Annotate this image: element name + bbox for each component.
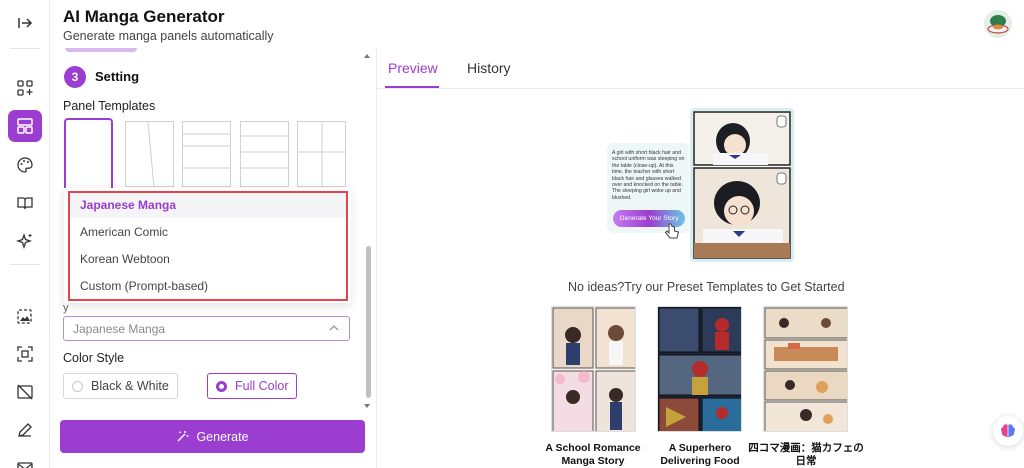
layout-panels-icon[interactable]	[8, 110, 42, 142]
color-option-full-label: Full Color	[235, 379, 289, 393]
assistant-fab[interactable]	[993, 416, 1023, 446]
image-edit-icon[interactable]	[8, 300, 42, 332]
panel-template-grid[interactable]	[297, 121, 346, 187]
app-header: AI Manga Generator Generate manga panels…	[50, 0, 1024, 48]
style-select[interactable]: Japanese Manga	[63, 316, 350, 341]
panel-templates-label: Panel Templates	[63, 99, 156, 113]
style-option-korean-webtoon[interactable]: Korean Webtoon	[68, 246, 347, 272]
preset-thumb-superhero[interactable]	[657, 306, 742, 432]
tab-preview[interactable]: Preview	[388, 60, 438, 76]
add-grid-icon[interactable]	[8, 72, 42, 104]
app-root: AI Manga Generator Generate manga panels…	[0, 0, 1024, 468]
chevron-up-icon	[329, 325, 339, 331]
radio-checked-icon	[216, 380, 227, 392]
assistant-brain-icon	[1001, 424, 1015, 438]
focus-frame-icon[interactable]	[8, 338, 42, 370]
preset-title-school-romance[interactable]: A School Romance Manga Story	[535, 442, 651, 468]
preset-thumb-cat-cafe[interactable]	[763, 306, 848, 432]
style-label-partial: y	[63, 302, 69, 314]
manga-preview-image	[690, 108, 794, 262]
generate-button[interactable]: Generate	[60, 420, 365, 453]
cursor-hand-icon	[664, 223, 680, 239]
color-option-bw-label: Black & White	[91, 379, 169, 393]
collapse-sidebar-icon[interactable]	[8, 7, 42, 39]
radio-icon	[72, 380, 83, 392]
app-subtitle: Generate manga panels automatically	[63, 29, 274, 43]
step-title: Setting	[95, 69, 140, 84]
avatar[interactable]	[984, 10, 1012, 38]
style-dropdown-menu: Japanese Manga American Comic Korean Web…	[64, 188, 351, 303]
panel-template-rows[interactable]	[182, 121, 231, 187]
preset-title-superhero[interactable]: A Superhero Delivering Food	[642, 442, 758, 468]
style-option-american-comic[interactable]: American Comic	[68, 219, 347, 245]
step-number-badge: 3	[64, 66, 86, 88]
color-style-label: Color Style	[63, 351, 125, 365]
generate-story-label: Generate Your Story	[619, 215, 679, 222]
book-icon[interactable]	[8, 187, 42, 219]
panel-template-diagonal[interactable]	[125, 121, 174, 187]
preset-title-cat-cafe[interactable]: 四コマ漫画：猫カフェの日常	[748, 442, 864, 468]
settings-scrollbar-thumb[interactable]	[366, 246, 371, 398]
generate-button-label: Generate	[196, 429, 249, 444]
tab-history[interactable]: History	[467, 60, 511, 76]
panel-template-stack[interactable]	[240, 121, 289, 187]
color-option-full[interactable]: Full Color	[207, 373, 297, 399]
promo-prompt-text: A girl with short black hair and school …	[612, 150, 685, 201]
preset-thumb-school-romance[interactable]	[551, 306, 636, 432]
pane-divider	[376, 48, 377, 468]
rail-divider	[10, 48, 40, 49]
rail-divider	[10, 264, 40, 265]
style-option-custom[interactable]: Custom (Prompt-based)	[68, 273, 347, 299]
mail-icon[interactable]	[8, 452, 42, 468]
previous-section-edge	[65, 48, 137, 52]
image-off-icon[interactable]	[8, 376, 42, 408]
color-option-bw[interactable]: Black & White	[63, 373, 178, 399]
sparkle-icon[interactable]	[8, 225, 42, 257]
palette-icon[interactable]	[8, 149, 42, 181]
style-option-japanese-manga[interactable]: Japanese Manga	[68, 192, 347, 218]
panel-template-single[interactable]	[64, 118, 113, 188]
no-ideas-text: No ideas?Try our Preset Templates to Get…	[568, 280, 845, 294]
app-title: AI Manga Generator	[63, 7, 225, 26]
magic-wand-icon	[177, 431, 189, 442]
pencil-icon[interactable]	[8, 414, 42, 446]
style-select-value: Japanese Manga	[73, 322, 166, 336]
icon-rail	[0, 0, 50, 468]
tabs-border	[377, 88, 1024, 89]
